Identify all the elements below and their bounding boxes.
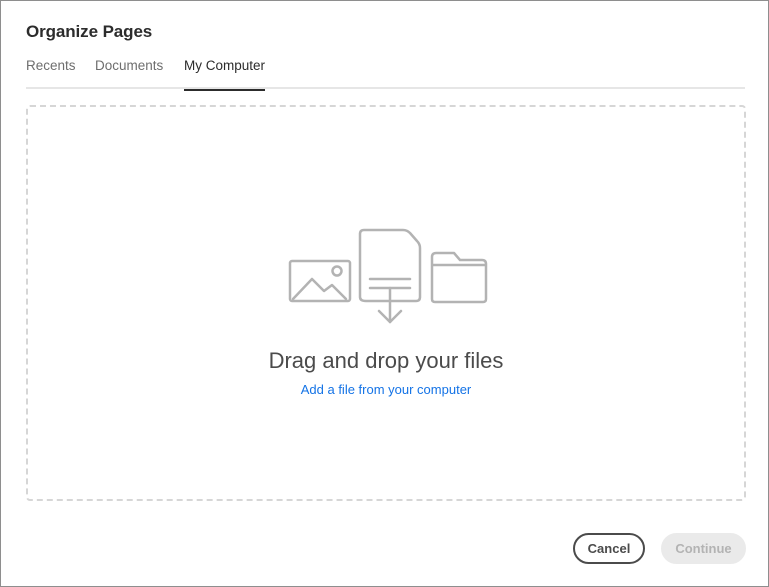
folder-icon (430, 251, 488, 304)
tab-documents[interactable]: Documents (95, 57, 163, 89)
tab-recents[interactable]: Recents (26, 57, 76, 89)
image-icon (288, 259, 352, 303)
add-file-link[interactable]: Add a file from your computer (28, 382, 744, 397)
file-download-icon (358, 228, 422, 324)
tab-my-computer[interactable]: My Computer (184, 57, 266, 91)
continue-button[interactable]: Continue (661, 533, 746, 564)
drop-illustration (288, 228, 488, 324)
tab-bar: Recents Documents My Computer (26, 57, 745, 91)
drop-title: Drag and drop your files (268, 348, 504, 373)
organize-pages-dialog: Organize Pages Recents Documents My Comp… (0, 0, 769, 587)
cancel-button[interactable]: Cancel (573, 533, 645, 564)
file-drop-zone[interactable]: Drag and drop your files Add a file from… (26, 105, 746, 501)
dialog-title: Organize Pages (26, 22, 153, 41)
